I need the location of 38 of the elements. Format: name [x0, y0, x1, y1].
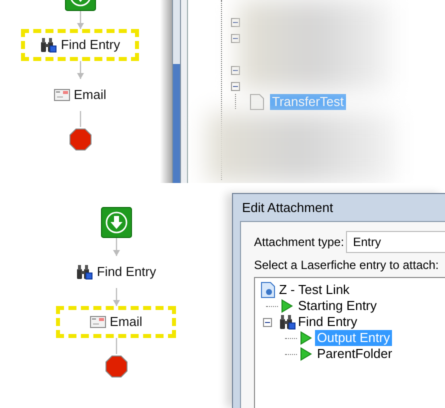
collapse-icon[interactable] — [231, 18, 240, 26]
collapse-icon[interactable] — [263, 318, 272, 326]
stop-icon — [104, 355, 128, 378]
activity-node[interactable]: Find Entry — [56, 256, 176, 288]
play-icon — [300, 331, 312, 345]
field-label: Attachment type: — [254, 234, 346, 251]
stop-icon — [68, 128, 92, 151]
collapse-icon[interactable] — [231, 82, 240, 90]
connector-arrow — [76, 61, 84, 79]
binoculars-icon — [278, 314, 296, 330]
tree-item[interactable]: Find Entry — [296, 314, 360, 330]
activity-node[interactable]: Email — [56, 306, 176, 338]
activity-label: Find Entry — [60, 36, 120, 54]
binoculars-icon — [76, 264, 93, 280]
binoculars-icon — [40, 37, 57, 53]
workflow-icon — [260, 282, 276, 298]
connector-arrow — [112, 288, 120, 306]
activity-node[interactable]: Find Entry — [21, 29, 139, 61]
tree-item[interactable]: Z - Test Link — [277, 282, 352, 298]
activity-label: Find Entry — [96, 263, 156, 282]
play-icon — [300, 347, 312, 361]
activity-label: Email — [110, 313, 142, 332]
dialog-title: Edit Attachment — [241, 198, 334, 217]
activity-label: Email — [74, 86, 106, 104]
connector-arrow — [112, 238, 120, 256]
scrollbar[interactable] — [172, 0, 181, 183]
tree-item[interactable]: Starting Entry — [296, 298, 379, 314]
attachment-type-field[interactable]: Entry — [346, 231, 445, 253]
email-icon — [54, 89, 70, 101]
connector-arrow — [76, 11, 84, 29]
collapse-icon[interactable] — [231, 66, 240, 74]
email-icon — [90, 316, 106, 328]
start-icon — [100, 207, 132, 238]
prompt-text: Select a Laserfiche entry to attach: — [254, 257, 440, 274]
activity-node[interactable]: Email — [21, 79, 139, 111]
document-icon — [250, 94, 264, 110]
tree-item[interactable]: ParentFolder — [315, 346, 394, 362]
play-icon — [281, 299, 293, 313]
